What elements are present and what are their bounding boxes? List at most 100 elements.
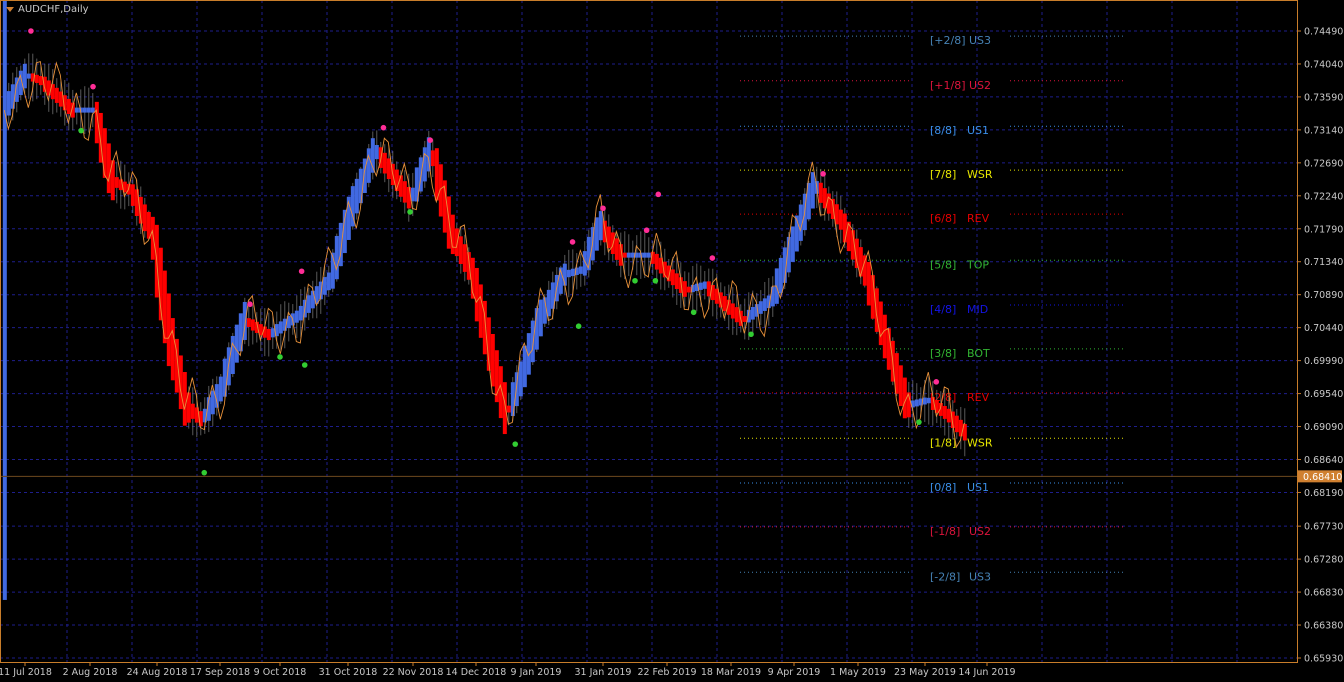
y-tick-label: 0.68640: [1304, 455, 1343, 466]
price-chart[interactable]: 0.74490 0.74040 0.73590 0.73140 0.72690 0.722…: [0, 0, 1344, 682]
bull-candle: [334, 235, 339, 280]
bull-candle: [514, 372, 519, 407]
murrey-level-name: WSR: [967, 436, 993, 449]
y-tick-label: 0.70440: [1304, 323, 1343, 334]
x-tick-label: 14 Jun 2019: [958, 667, 1015, 678]
bull-candle: [510, 382, 515, 417]
bull-candle: [922, 397, 927, 405]
bull-candle: [358, 168, 363, 204]
close-price-line: [3, 60, 965, 449]
candle-layer: [2, 0, 967, 600]
bear-candle: [106, 143, 111, 194]
murrey-level-name: US1: [967, 124, 989, 137]
murrey-level-name: US1: [967, 481, 989, 494]
chart-title: AUDCHF,Daily: [6, 4, 89, 15]
support-dot: [575, 323, 582, 329]
y-tick-label: 0.69540: [1304, 389, 1343, 400]
chart-frame: [0, 0, 1298, 663]
dropdown-triangle-icon[interactable]: [6, 7, 14, 12]
bull-candle: [322, 277, 327, 295]
bull-candle: [566, 269, 571, 278]
bear-candle: [166, 293, 171, 367]
bull-candle: [298, 305, 303, 321]
bull-candle: [522, 345, 527, 388]
bear-candle: [478, 284, 483, 338]
bear-candle: [130, 184, 135, 206]
resistance-dot: [643, 227, 650, 234]
bear-candle: [382, 152, 387, 174]
resistance-dot: [709, 255, 716, 261]
bear-candle: [682, 281, 687, 297]
y-tick-label: 0.74490: [1304, 27, 1343, 38]
bull-candle: [270, 328, 275, 338]
bull-candle: [26, 73, 31, 79]
bull-candle: [374, 144, 379, 160]
resistance-dot: [569, 239, 576, 245]
bull-candle: [810, 172, 815, 209]
murrey-level-fraction: [0/8]: [930, 481, 956, 494]
bull-candle: [762, 298, 767, 311]
bear-candle: [246, 318, 251, 327]
bull-candle: [310, 290, 315, 309]
bull-candle: [598, 211, 603, 241]
bear-candle: [954, 415, 959, 433]
bear-candle: [114, 177, 119, 188]
bull-candle: [306, 295, 311, 313]
y-tick-label: 0.70890: [1304, 290, 1343, 301]
bull-candle: [758, 301, 763, 314]
bear-candle: [250, 319, 255, 331]
bear-candle: [386, 158, 391, 180]
murrey-level-name: WSR: [967, 168, 993, 181]
murrey-level-fraction: [1/8]: [930, 436, 956, 449]
x-tick-label: 9 Jan 2019: [511, 667, 562, 678]
bull-candle: [578, 266, 583, 274]
symbol-timeframe-label: AUDCHF,Daily: [18, 4, 89, 15]
bear-candle: [462, 244, 467, 272]
murrey-level-fraction: [8/8]: [930, 124, 956, 137]
bear-candle: [842, 213, 847, 243]
bear-candle: [730, 303, 735, 319]
bull-candle: [702, 281, 707, 289]
x-tick-label: 31 Jan 2019: [575, 667, 632, 678]
support-dot: [201, 469, 208, 476]
bear-candle: [946, 408, 951, 423]
support-dot: [652, 277, 659, 284]
resistance-dot: [820, 171, 826, 177]
murrey-level-name: BOT: [967, 347, 990, 360]
bull-candle: [778, 257, 783, 294]
bull-candle: [222, 358, 227, 397]
bull-candle: [546, 289, 551, 317]
current-price-label: 0.68410: [1303, 472, 1342, 483]
bear-candle: [502, 382, 507, 435]
bear-candle: [742, 316, 747, 322]
murrey-level-name: MID: [967, 303, 988, 316]
bear-candle: [898, 365, 903, 407]
y-tick-label: 0.71340: [1304, 257, 1343, 268]
bear-candle: [434, 148, 439, 201]
bull-candle: [210, 390, 215, 415]
bull-candle: [6, 91, 11, 116]
murrey-level-fraction: [4/8]: [930, 303, 956, 316]
bear-candle: [398, 175, 403, 197]
x-tick-label: 2 Aug 2018: [63, 667, 118, 678]
murrey-level-name: TOP: [966, 258, 989, 271]
bull-candle: [326, 272, 331, 291]
murrey-level-name: US2: [969, 525, 991, 538]
bull-candle: [750, 306, 755, 320]
bear-candle: [406, 186, 411, 209]
bull-candle: [230, 335, 235, 375]
support-dot: [78, 127, 84, 134]
bear-candle: [450, 214, 455, 255]
bear-candle: [430, 150, 435, 167]
bull-candle: [22, 63, 27, 89]
bull-candle: [74, 107, 79, 113]
support-dot: [748, 331, 754, 338]
bear-candle: [826, 193, 831, 214]
support-dot: [277, 354, 283, 360]
bull-candle: [422, 147, 427, 182]
y-tick-label: 0.67280: [1304, 555, 1343, 566]
bear-candle: [54, 87, 59, 103]
murrey-level-fraction: [7/8]: [930, 168, 956, 181]
bull-candle: [2, 0, 7, 600]
y-tick-label: 0.72240: [1304, 191, 1343, 202]
